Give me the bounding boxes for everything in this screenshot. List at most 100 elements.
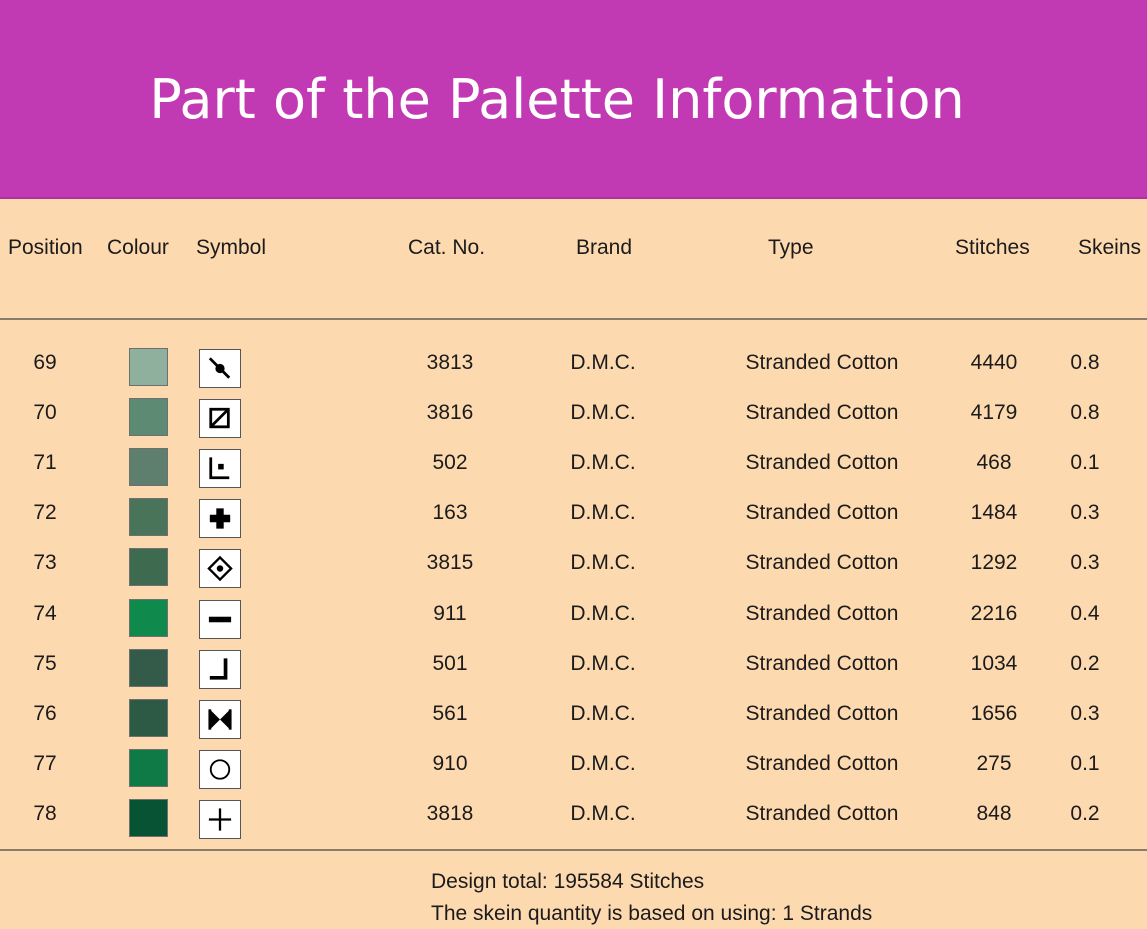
minus-bar-icon [199,599,241,639]
colour-swatch [129,798,168,837]
design-total: Design total: 195584 Stitches [431,870,705,893]
cell-type: Stranded Cotton [745,551,899,575]
colour-swatch [129,448,168,487]
cell-position: 69 [33,351,57,374]
palette-table: Position Colour Symbol Cat. No. Brand Ty… [0,199,1147,927]
diamond-dot-icon [199,549,241,589]
cell-brand: D.M.C. [570,451,636,475]
cell-brand: D.M.C. [570,701,636,725]
cell-stitches: 4440 [970,351,1018,374]
cell-cat-no: 501 [432,651,468,675]
skein-note: The skein quantity is based on using: 1 … [431,902,873,925]
cell-skeins: 0.3 [1070,701,1100,725]
cell-position: 78 [33,801,57,825]
table-row: 70 3816 D.M.C. Stranded Cotton 4179 0.8 [0,398,1147,448]
colour-swatch [129,398,168,437]
cell-stitches: 2216 [970,601,1018,625]
header-type: Type [768,236,814,259]
cell-stitches: 1656 [970,701,1018,725]
table-row: 75 501 D.M.C. Stranded Cotton 1034 0.2 [0,648,1147,699]
cell-position: 74 [33,601,57,625]
table-row: 76 561 D.M.C. Stranded Cotton 1656 0.3 [0,698,1147,749]
diagonal-dot-icon [199,349,241,388]
colour-swatch [129,648,168,687]
cell-cat-no: 3815 [426,551,474,575]
cell-brand: D.M.C. [570,751,636,775]
table-row: 71 502 D.M.C. Stranded Cotton 468 0.1 [0,448,1147,498]
bold-cross-icon [199,499,241,539]
colour-swatch [129,598,168,637]
cell-type: Stranded Cotton [745,701,899,725]
cell-cat-no: 561 [432,701,468,725]
cell-type: Stranded Cotton [745,501,899,525]
cell-skeins: 0.1 [1070,751,1100,775]
cell-cat-no: 502 [432,451,468,475]
bowtie-icon [199,699,241,739]
corner-dot-icon [199,449,241,489]
cell-stitches: 4179 [970,401,1018,425]
cell-position: 72 [33,501,57,525]
cell-skeins: 0.8 [1070,351,1100,374]
cell-cat-no: 3816 [426,401,474,425]
cell-position: 73 [33,551,57,575]
cell-position: 71 [33,451,57,475]
cell-type: Stranded Cotton [745,751,899,775]
cell-type: Stranded Cotton [745,401,899,425]
header-brand: Brand [576,236,633,259]
cell-cat-no: 3813 [426,351,474,374]
cell-stitches: 1292 [970,551,1018,575]
table-row: 78 3818 D.M.C. Stranded Cotton 848 0.2 [0,798,1147,849]
slashed-square-icon [199,399,241,439]
cell-brand: D.M.C. [570,651,636,675]
cell-skeins: 0.8 [1070,401,1100,425]
cell-cat-no: 163 [432,501,468,525]
cell-position: 75 [33,651,57,675]
cell-skeins: 0.3 [1070,551,1100,575]
header-symbol: Symbol [196,236,267,259]
header-skeins: Skeins [1078,236,1142,259]
cell-stitches: 848 [976,801,1012,825]
cell-position: 70 [33,401,57,425]
circle-icon [199,749,241,789]
cell-brand: D.M.C. [570,501,636,525]
table-row: 77 910 D.M.C. Stranded Cotton 275 0.1 [0,748,1147,799]
cell-type: Stranded Cotton [745,601,899,625]
header-divider [0,318,1147,320]
table-row: 72 163 D.M.C. Stranded Cotton 1484 0.3 [0,498,1147,548]
cell-cat-no: 911 [433,601,467,625]
header-stitches: Stitches [955,236,1030,259]
table-row: 69 3813 D.M.C. Stranded Cotton 4440 0.8 [0,348,1147,398]
cell-brand: D.M.C. [570,601,636,625]
corner-bracket-icon [199,649,241,689]
table-row: 73 3815 D.M.C. Stranded Cotton 1292 0.3 [0,548,1147,598]
cell-type: Stranded Cotton [745,351,899,374]
cell-position: 77 [33,751,57,775]
cell-type: Stranded Cotton [745,651,899,675]
header-position: Position [8,236,83,259]
footer-divider [0,849,1147,851]
slide-title: Part of the Palette Information [149,68,965,131]
cell-skeins: 0.3 [1070,501,1100,525]
header-cat-no: Cat. No. [408,236,486,259]
colour-swatch [129,498,168,537]
cell-brand: D.M.C. [570,801,636,825]
cell-type: Stranded Cotton [745,451,899,475]
cell-skeins: 0.4 [1070,601,1100,625]
cell-brand: D.M.C. [570,551,636,575]
cell-stitches: 1484 [970,501,1018,525]
cell-type: Stranded Cotton [745,801,899,825]
cell-position: 76 [33,701,57,725]
colour-swatch [129,548,168,587]
colour-swatch [129,348,168,386]
cell-brand: D.M.C. [570,351,636,374]
cell-stitches: 1034 [970,651,1018,675]
colour-swatch [129,748,168,787]
cell-skeins: 0.2 [1070,801,1100,825]
cell-skeins: 0.2 [1070,651,1100,675]
cell-skeins: 0.1 [1070,451,1100,475]
cell-cat-no: 3818 [426,801,474,825]
table-row: 74 911 D.M.C. Stranded Cotton 2216 0.4 [0,598,1147,649]
title-banner: Part of the Palette Information [0,0,1147,199]
colour-swatch [129,698,168,737]
cell-cat-no: 910 [432,751,468,775]
